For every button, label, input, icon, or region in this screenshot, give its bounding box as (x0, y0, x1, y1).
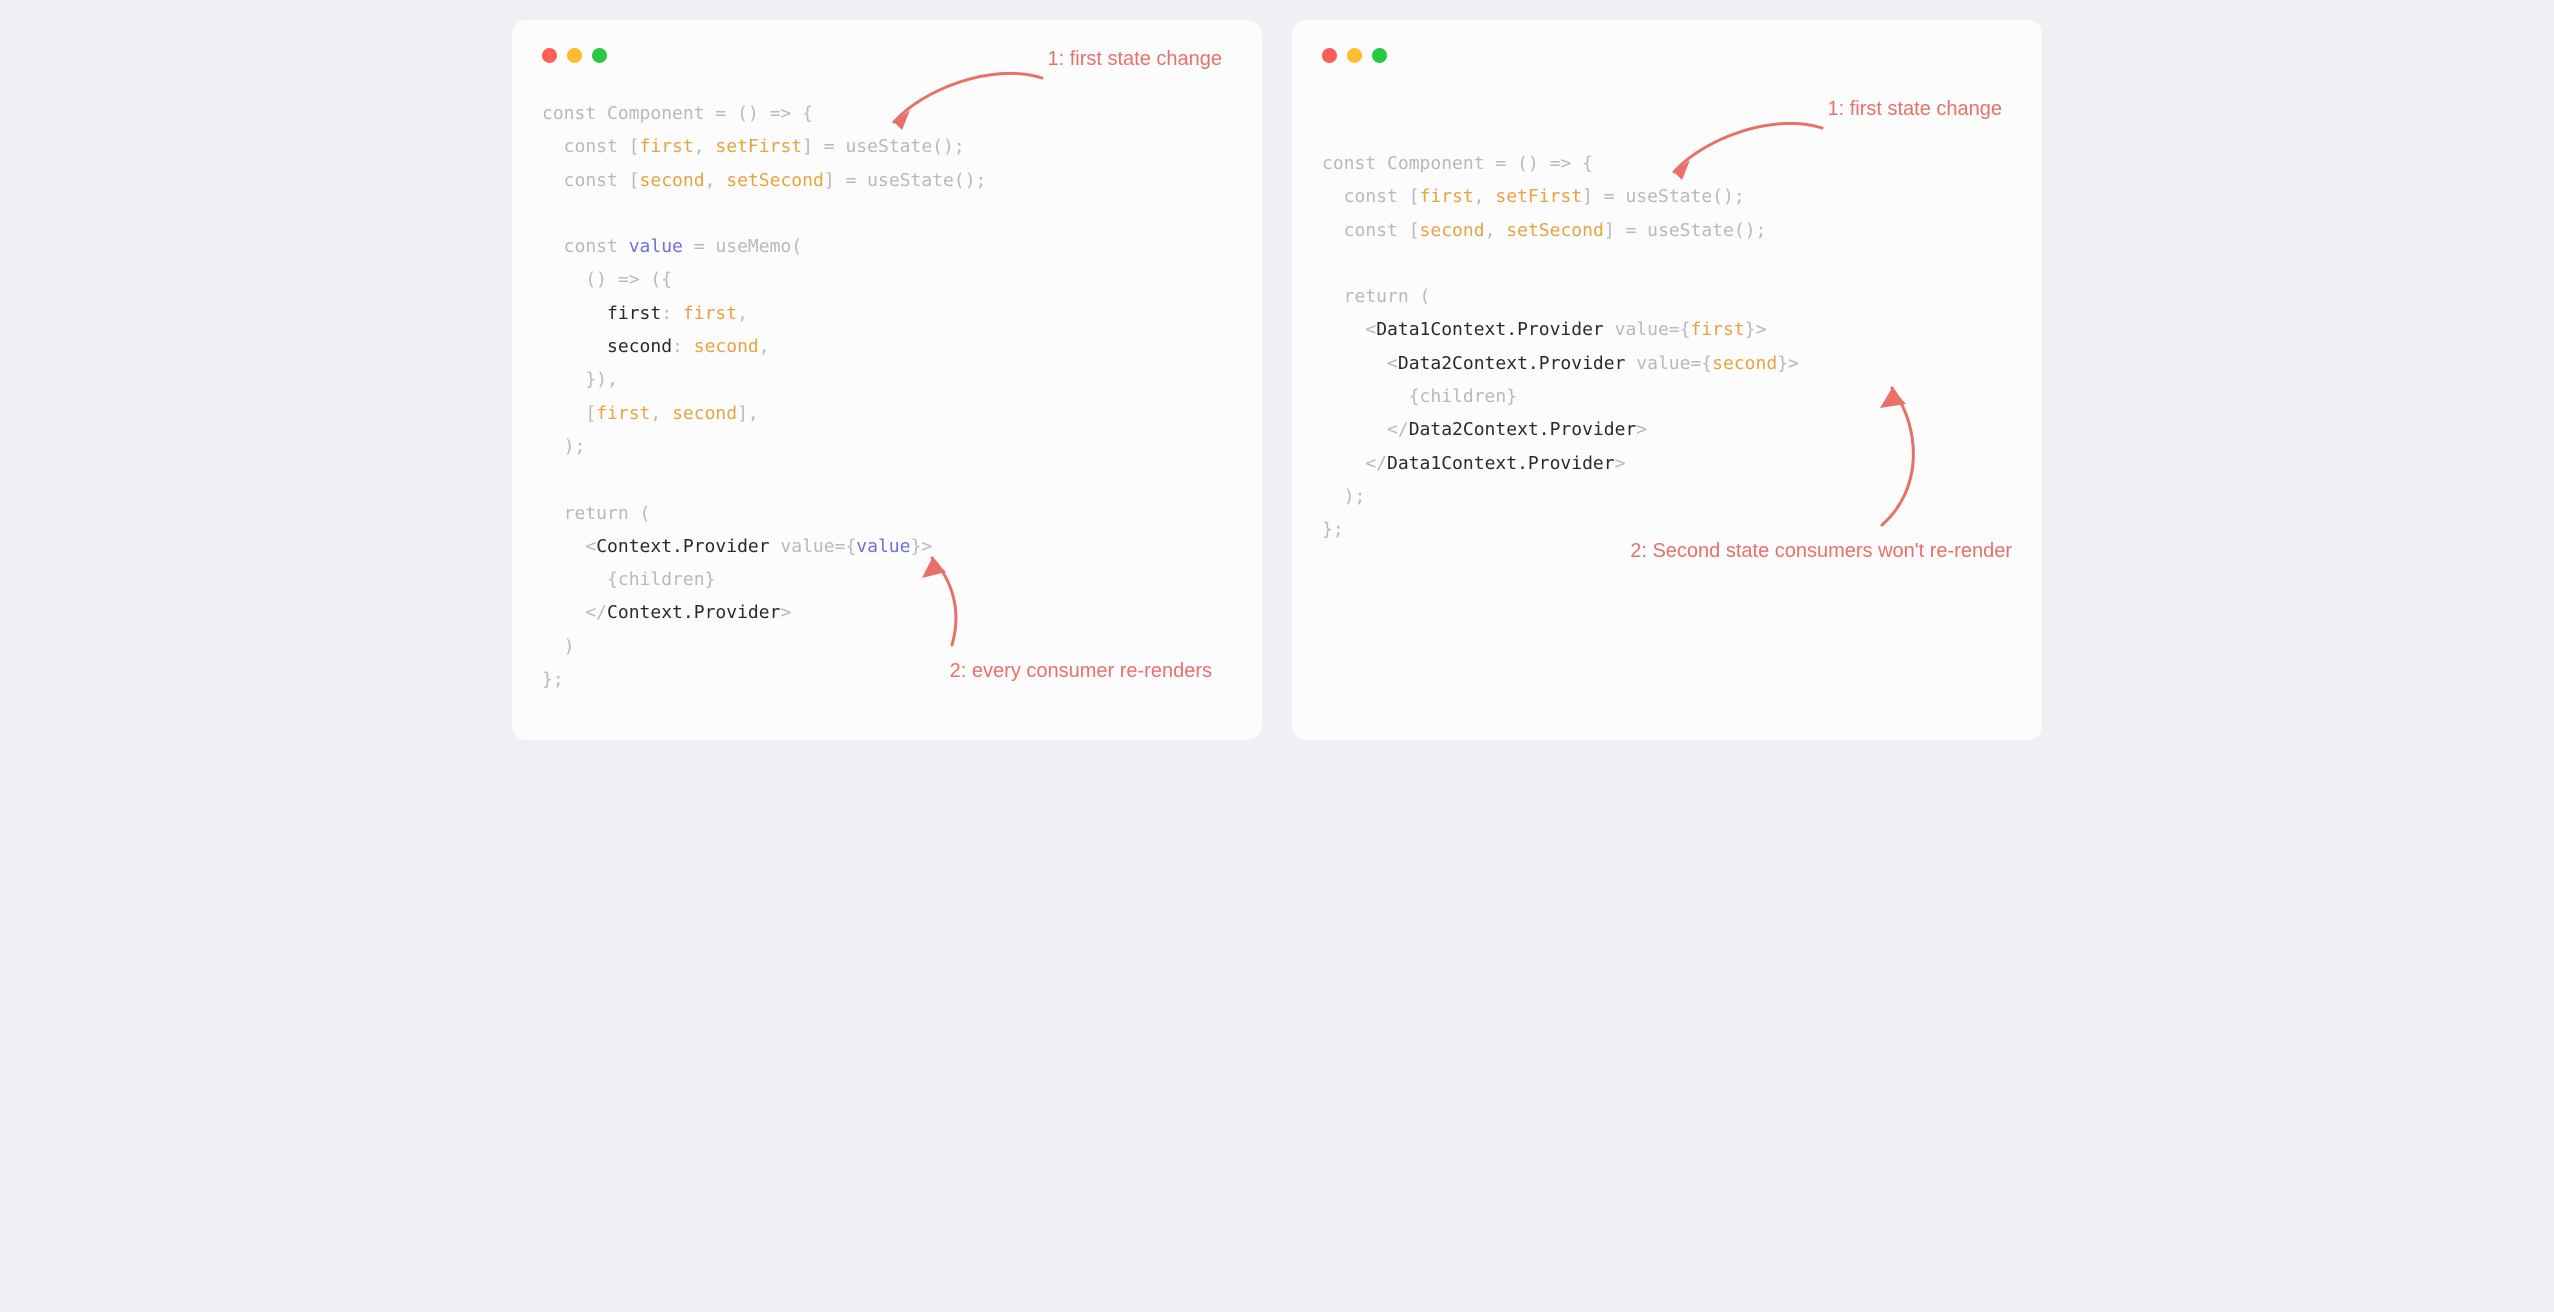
right-code-panel: 1: first state change const Component = … (1292, 20, 2042, 740)
close-icon (1322, 48, 1337, 63)
minimize-icon (567, 48, 582, 63)
maximize-icon (592, 48, 607, 63)
maximize-icon (1372, 48, 1387, 63)
close-icon (542, 48, 557, 63)
macos-traffic-lights (1322, 48, 2012, 63)
minimize-icon (1347, 48, 1362, 63)
code-block-left: const Component = () => { const [first, … (542, 97, 1232, 696)
code-block-right: const Component = () => { const [first, … (1322, 147, 2012, 547)
left-code-panel: 1: first state change const Component = … (512, 20, 1262, 740)
macos-traffic-lights (542, 48, 1232, 63)
